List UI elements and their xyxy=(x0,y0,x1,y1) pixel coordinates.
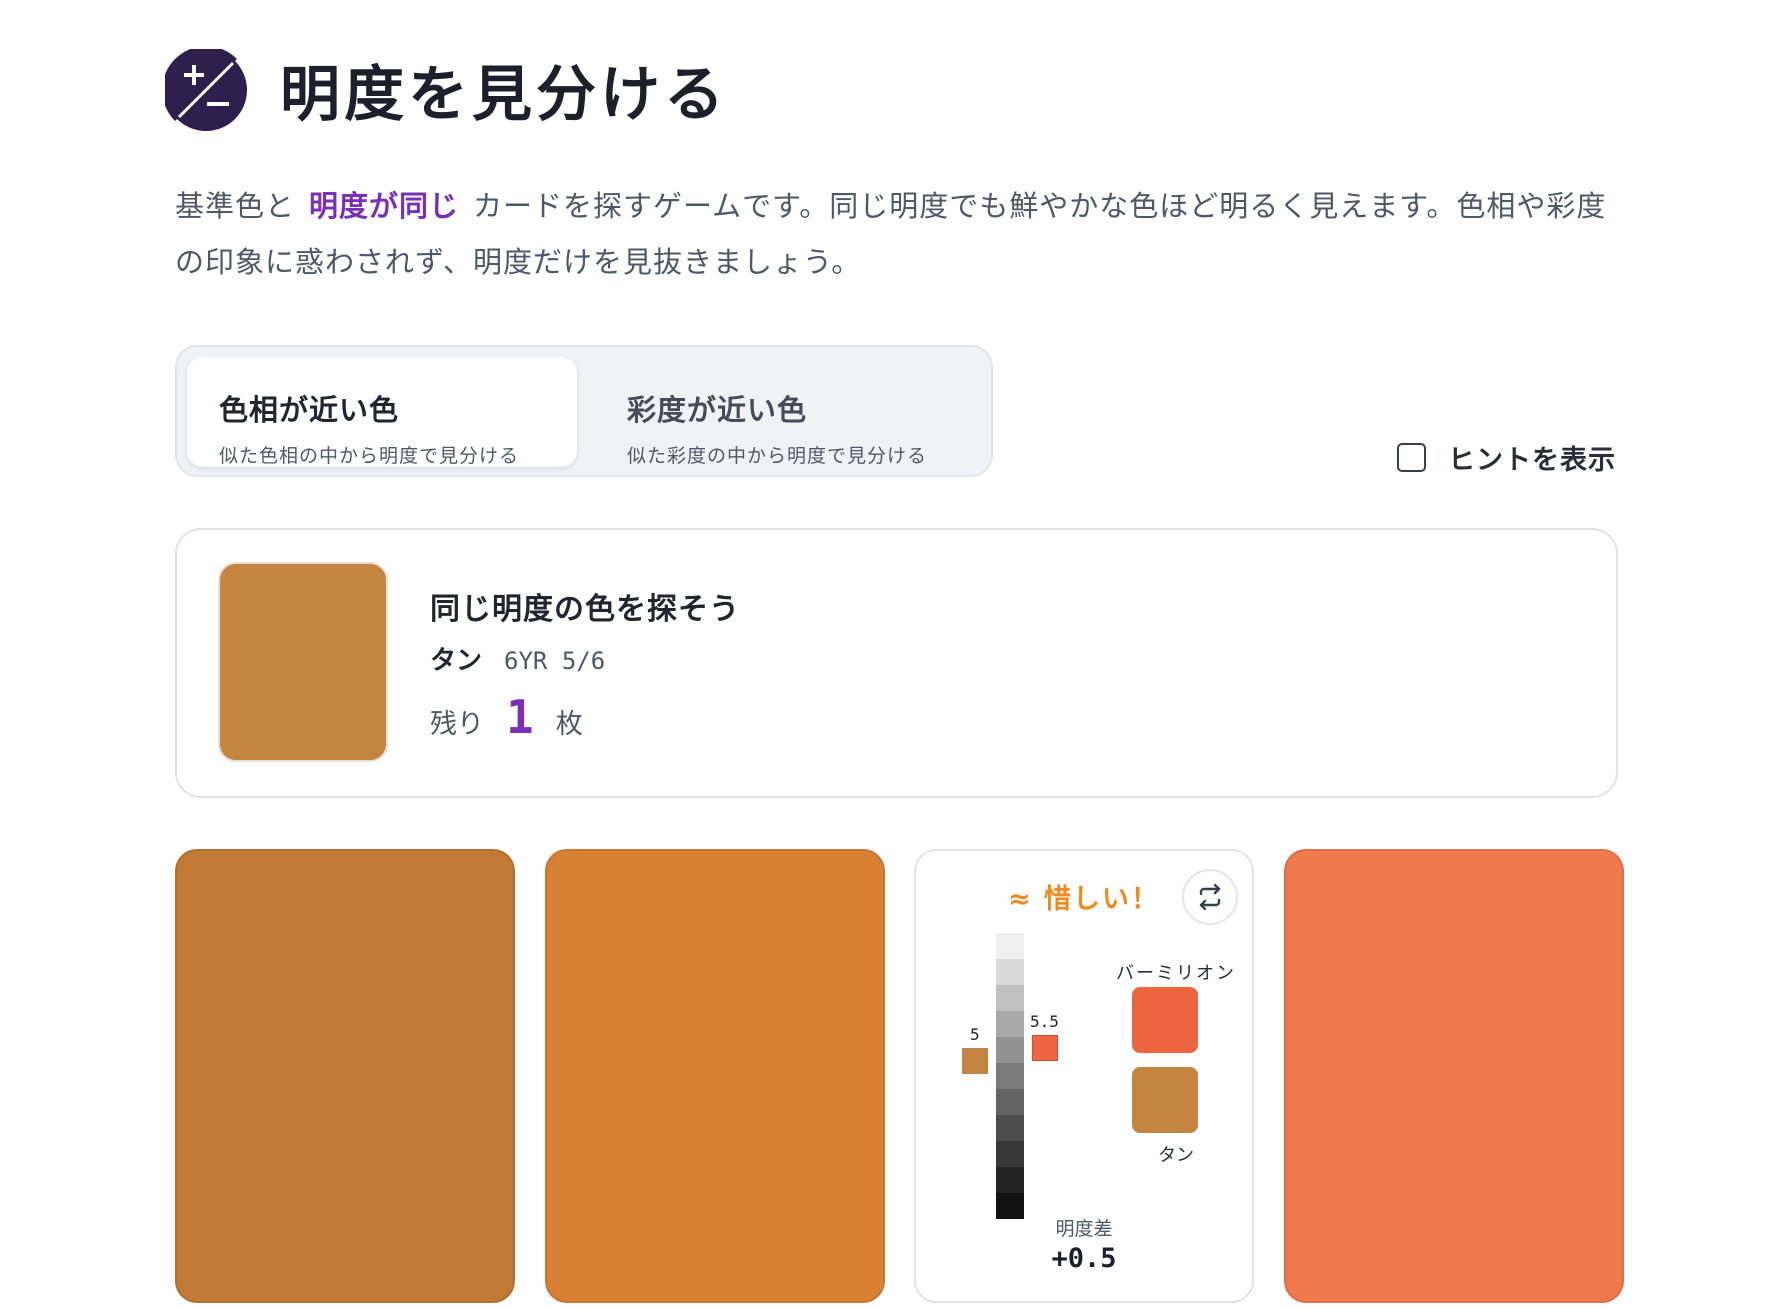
color-card-4[interactable] xyxy=(1284,849,1624,1303)
mode-tab-sub: 似た色相の中から明度で見分ける xyxy=(219,445,520,467)
right-value-marker xyxy=(1032,1035,1058,1061)
description-part1: 基準色と xyxy=(175,189,296,223)
right-value-label: 5.5 xyxy=(1030,1012,1059,1031)
scale-step xyxy=(996,1115,1024,1141)
scale-step xyxy=(996,1063,1024,1089)
mode-tab-chroma[interactable]: 彩度が近い色 似た彩度の中から明度で見分ける xyxy=(583,357,973,467)
value-diff: +0.5 xyxy=(1051,1243,1117,1274)
scale-step xyxy=(996,985,1024,1011)
target-color-name: タン xyxy=(430,646,483,676)
remaining-prefix: 残り xyxy=(430,709,484,740)
scale-step xyxy=(996,1011,1024,1037)
scale-step xyxy=(996,1089,1024,1115)
target-munsell-code: 6YR 5/6 xyxy=(504,647,606,675)
mode-tab-hue[interactable]: 色相が近い色 似た色相の中から明度で見分ける xyxy=(187,357,577,467)
left-value-marker xyxy=(962,1048,988,1074)
swap-icon xyxy=(1199,883,1221,911)
scale-step xyxy=(996,959,1024,985)
remaining-suffix: 枚 xyxy=(555,709,583,740)
compare-swatch xyxy=(1132,987,1198,1053)
target-title: 同じ明度の色を探そう xyxy=(430,592,740,627)
description: 基準色と 明度が同じ カードを探すゲームです。同じ明度でも鮮やかな色ほど明るく見えま… xyxy=(175,178,1635,290)
color-card-2[interactable] xyxy=(545,849,885,1303)
description-highlight: 明度が同じ xyxy=(309,189,460,223)
mode-tab-label: 彩度が近い色 xyxy=(627,393,808,427)
value-diff-label: 明度差 xyxy=(1055,1218,1113,1240)
swap-button[interactable] xyxy=(1182,869,1238,925)
hint-toggle[interactable]: ヒントを表示 xyxy=(1397,438,1616,477)
mode-selector: 色相が近い色 似た色相の中から明度で見分ける 彩度が近い色 似た彩度の中から明度… xyxy=(175,345,993,477)
color-card-1[interactable] xyxy=(175,849,515,1303)
remaining-counter: 残り 1 枚 xyxy=(430,690,583,744)
header: 明度を見分ける xyxy=(165,46,728,133)
compare-color-name: バーミリオン xyxy=(1116,963,1236,984)
hint-checkbox[interactable] xyxy=(1397,443,1426,472)
left-value-label: 5 xyxy=(970,1025,980,1044)
scale-step xyxy=(996,1167,1024,1193)
target-compare-swatch xyxy=(1132,1067,1198,1133)
target-panel: 同じ明度の色を探そう タン 6YR 5/6 残り 1 枚 xyxy=(175,528,1618,798)
value-scale xyxy=(996,933,1024,1219)
mode-tab-sub: 似た彩度の中から明度で見分ける xyxy=(627,445,928,467)
page-title: 明度を見分ける xyxy=(280,60,728,130)
page: 明度を見分ける 基準色と 明度が同じ カードを探すゲームです。同じ明度でも鮮やかな色… xyxy=(0,0,1786,1310)
mode-tab-label: 色相が近い色 xyxy=(219,393,400,427)
scale-step xyxy=(996,1141,1024,1167)
scale-step xyxy=(996,1037,1024,1063)
remaining-count: 1 xyxy=(506,690,534,744)
scale-step xyxy=(996,933,1024,959)
plus-minus-icon xyxy=(165,48,247,131)
result-card[interactable]: ≈ 惜しい！ 5 5.5 バーミリオン タン 明度差 +0.5 xyxy=(914,849,1254,1303)
target-swatch xyxy=(218,562,388,762)
target-info: タン 6YR 5/6 xyxy=(430,640,605,677)
target-compare-name: タン xyxy=(1158,1145,1194,1166)
hint-label: ヒントを表示 xyxy=(1448,445,1616,476)
